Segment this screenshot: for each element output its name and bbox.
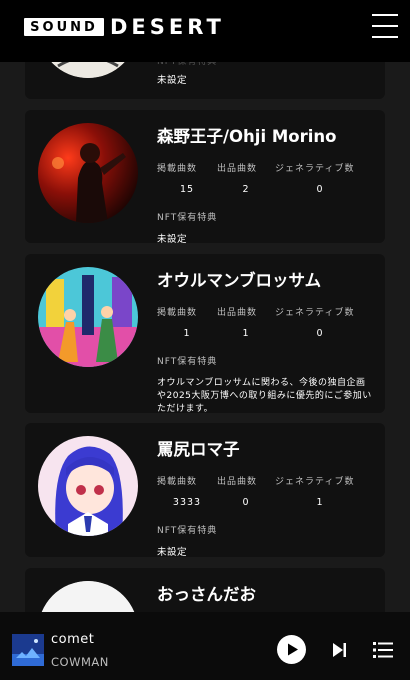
artist-avatar [38,436,138,536]
artist-name[interactable]: おっさんだお [157,581,375,605]
nft-benefit-value: オウルマンブロッサムに関わる、今後の独自企画や2025大阪万博への取り組みに優先… [157,378,372,413]
app-header: SOUND DESERT [0,0,410,62]
menu-icon[interactable] [372,14,398,38]
artist-card[interactable]: オウルマンブロッサム 掲載曲数 1 出品曲数 1 ジェネラティブ数 0 NFT保有特典… [25,254,385,413]
artist-avatar [38,123,138,223]
sound-desert-logo[interactable]: SOUND DESERT [24,16,225,38]
play-icon[interactable] [277,635,306,664]
stat-sale-tracks: 出品曲数 2 [217,164,258,195]
artist-avatar [38,267,138,367]
track-artwork[interactable] [12,634,44,666]
stat-sale-tracks: 出品曲数 1 [217,308,258,339]
nft-benefit-label: NFT保有特典 [157,357,218,367]
nft-benefit-value: 未設定 [157,234,188,243]
nft-benefit-label: NFT保有特典 [157,526,218,536]
nft-benefit-value: 未設定 [157,547,188,557]
stat-listed-tracks: 掲載曲数 1 [157,308,198,339]
track-artist[interactable]: COWMAN [51,655,109,669]
track-title[interactable]: comet [51,632,94,647]
logo-desert-text: DESERT [110,15,225,39]
stat-listed-tracks: 掲載曲数 15 [157,164,198,195]
artist-card[interactable]: 罵尻ロマ子 掲載曲数 3333 出品曲数 0 ジェネラティブ数 1 NFT保有特典 未… [25,423,385,557]
nft-benefit-value: 未設定 [157,75,188,86]
skip-next-icon[interactable] [330,641,348,659]
stat-generative-count: ジェネラティブ数 0 [275,164,355,195]
artist-name[interactable]: 森野王子/Ohji Morino [157,123,375,147]
queue-list-icon[interactable] [373,641,393,659]
artist-card[interactable]: 森野王子/Ohji Morino 掲載曲数 15 出品曲数 2 ジェネラティブ数 0 … [25,110,385,243]
stat-sale-tracks: 出品曲数 0 [217,477,258,508]
artist-name[interactable]: 罵尻ロマ子 [157,436,375,460]
stat-listed-tracks: 掲載曲数 3333 [157,477,202,508]
stat-generative-count: ジェネラティブ数 0 [275,308,355,339]
artist-name[interactable]: オウルマンブロッサム [157,267,375,291]
logo-sound-text: SOUND [24,18,104,36]
stat-generative-count: ジェネラティブ数 1 [275,477,355,508]
nft-benefit-label: NFT保有特典 [157,213,218,223]
now-playing-bar[interactable]: comet COWMAN [0,612,410,680]
